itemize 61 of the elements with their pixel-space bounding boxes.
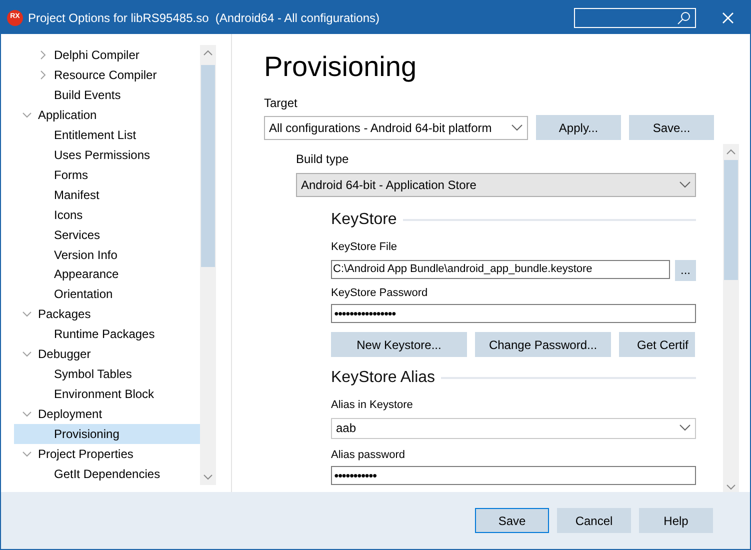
action-button[interactable]: Get Certif <box>619 332 695 357</box>
file-path-field[interactable]: C:\Android App Bundle\android_app_bundle.keystore <box>331 260 670 278</box>
tree-item[interactable]: Icons <box>54 206 83 224</box>
tree-item[interactable]: Forms <box>54 166 88 184</box>
tree-item[interactable]: Build Events <box>54 86 121 104</box>
search-icon <box>677 10 691 24</box>
password-field[interactable]: ●●●●●●●●●●● <box>331 466 696 485</box>
close-icon[interactable] <box>722 12 734 24</box>
dialog-button[interactable]: Cancel <box>557 508 631 533</box>
chevron-right-icon[interactable] <box>38 70 48 80</box>
tree-item[interactable]: Orientation <box>54 285 113 304</box>
chevron-down-icon[interactable] <box>22 110 32 120</box>
tree-item[interactable]: Services <box>54 226 100 244</box>
dropdown[interactable]: Android 64-bit - Application Store <box>296 173 696 197</box>
section-heading: KeyStore Alias <box>331 368 436 388</box>
chevron-right-icon[interactable] <box>38 50 48 60</box>
dialog-button[interactable]: Save <box>475 508 549 533</box>
tree-item[interactable]: Project Properties <box>38 445 134 464</box>
password-field[interactable]: ●●●●●●●●●●●●●●●● <box>331 304 696 323</box>
dialog-button[interactable]: Help <box>639 508 713 533</box>
tree-item[interactable]: Delphi Compiler <box>54 46 140 64</box>
tree-item[interactable]: Deployment <box>38 405 102 424</box>
field-label: Build type <box>296 151 350 168</box>
field-label: KeyStore Password <box>331 286 429 300</box>
tree-item[interactable]: Entitlement List <box>54 126 136 144</box>
tree-item[interactable]: Runtime Packages <box>54 325 155 344</box>
field-label: KeyStore File <box>331 240 398 255</box>
window-title: Project Options for libRS95485.so (Android64 - All configurations) <box>28 10 380 26</box>
scrollbar[interactable] <box>200 45 216 485</box>
field-label: Alias password <box>331 448 406 462</box>
chevron-down-icon[interactable] <box>22 349 32 360</box>
action-button[interactable]: Change Password... <box>475 332 611 357</box>
action-button[interactable]: New Keystore... <box>331 332 467 357</box>
tree-item[interactable]: Environment Block <box>54 385 154 404</box>
tree-item[interactable]: Packages <box>38 305 91 324</box>
chevron-down-icon[interactable] <box>22 309 32 320</box>
chevron-down-icon[interactable] <box>22 409 32 420</box>
chevron-down-icon[interactable] <box>22 449 32 460</box>
browse-button[interactable]: ... <box>675 260 696 280</box>
field-label: Alias in Keystore <box>331 398 414 413</box>
section-heading: KeyStore <box>331 210 397 230</box>
tree-item[interactable]: Uses Permissions <box>54 146 150 164</box>
dropdown[interactable]: All configurations - Android 64-bit platform <box>264 116 528 140</box>
page-title: Provisioning <box>264 50 418 84</box>
field-label: Target <box>264 95 298 112</box>
chevron-down-icon <box>679 181 691 189</box>
toolbar-button[interactable]: Save... <box>629 115 714 140</box>
tree-item[interactable]: Manifest <box>54 186 100 204</box>
toolbar-button[interactable]: Apply... <box>536 115 621 140</box>
tree-item[interactable]: Version Info <box>54 246 118 264</box>
tree-item[interactable]: Appearance <box>54 265 119 284</box>
tree-item[interactable]: Resource Compiler <box>54 66 157 84</box>
tree-item[interactable]: GetIt Dependencies <box>54 464 160 483</box>
search-field[interactable] <box>574 8 696 28</box>
tree-item[interactable]: Symbol Tables <box>54 365 132 384</box>
dropdown[interactable]: aab <box>331 418 696 438</box>
tree-item[interactable]: Debugger <box>38 345 91 364</box>
scrollbar[interactable] <box>723 144 739 495</box>
chevron-down-icon <box>511 124 523 132</box>
chevron-down-icon <box>679 424 691 432</box>
tree-item[interactable]: Application <box>38 106 97 124</box>
